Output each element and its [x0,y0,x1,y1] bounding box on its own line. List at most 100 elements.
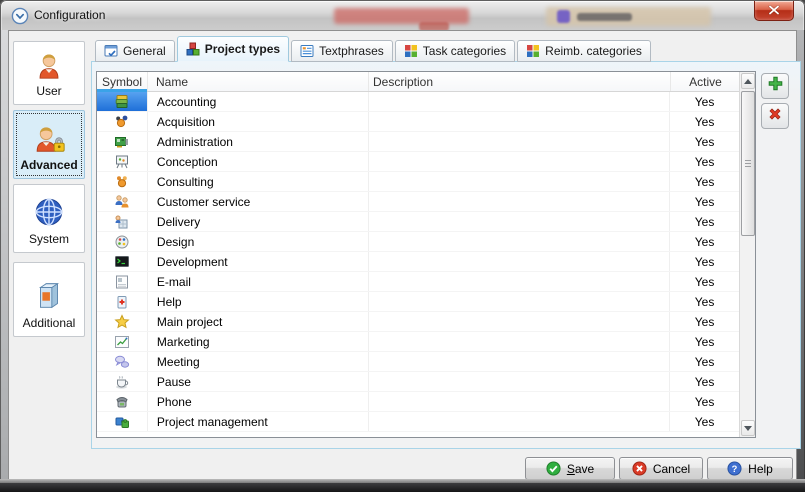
description-cell[interactable] [369,192,671,211]
description-cell[interactable] [369,252,671,271]
description-cell[interactable] [369,312,671,331]
symbol-cell[interactable] [97,192,148,211]
close-button[interactable] [754,1,794,21]
cancel-button[interactable]: Cancel [619,457,703,480]
active-cell[interactable]: Yes [670,312,739,331]
name-cell[interactable]: Meeting [148,352,369,371]
symbol-cell[interactable] [97,312,148,331]
active-cell[interactable]: Yes [670,92,739,111]
name-cell[interactable]: Conception [148,152,369,171]
name-cell[interactable]: Design [148,232,369,251]
symbol-cell[interactable] [97,172,148,191]
table-row-administration[interactable]: Administration Yes [97,132,739,152]
active-cell[interactable]: Yes [670,112,739,131]
table-row-pause[interactable]: Pause Yes [97,372,739,392]
table-row-development[interactable]: DevelopmentYes [97,252,739,272]
table-row-design[interactable]: Design Yes [97,232,739,252]
name-cell[interactable]: Delivery [148,212,369,231]
table-row-accounting[interactable]: Accounting Yes [97,92,739,112]
column-header-name[interactable]: Name [148,72,369,91]
active-cell[interactable]: Yes [670,332,739,351]
symbol-cell[interactable] [97,412,148,431]
symbol-cell[interactable] [97,212,148,231]
description-cell[interactable] [369,352,671,371]
table-row-help[interactable]: Help Yes [97,292,739,312]
symbol-cell[interactable] [97,372,148,391]
table-row-marketing[interactable]: Marketing Yes [97,332,739,352]
tab-textphrases[interactable]: Textphrases [291,40,393,62]
description-cell[interactable] [369,212,671,231]
symbol-cell[interactable] [97,252,148,271]
name-cell[interactable]: Acquisition [148,112,369,131]
active-cell[interactable]: Yes [670,172,739,191]
description-cell[interactable] [369,172,671,191]
active-cell[interactable]: Yes [670,372,739,391]
name-cell[interactable]: Help [148,292,369,311]
table-row-phone[interactable]: Phone Yes [97,392,739,412]
description-cell[interactable] [369,392,671,411]
name-cell[interactable]: Consulting [148,172,369,191]
scrollbar-thumb[interactable] [741,91,755,236]
delete-row-button[interactable] [761,103,789,129]
tab-task-categories[interactable]: Task categories [395,40,515,62]
description-cell[interactable] [369,112,671,131]
description-cell[interactable] [369,412,671,431]
save-button[interactable]: Save [525,457,615,480]
name-cell[interactable]: E-mail [148,272,369,291]
name-cell[interactable]: Marketing [148,332,369,351]
add-row-button[interactable] [761,73,789,99]
active-cell[interactable]: Yes [670,352,739,371]
table-row-main-project[interactable]: Main project Yes [97,312,739,332]
active-cell[interactable]: Yes [670,132,739,151]
table-row-e-mail[interactable]: E-mail Yes [97,272,739,292]
table-row-consulting[interactable]: Consulting Yes [97,172,739,192]
description-cell[interactable] [369,372,671,391]
column-header-symbol[interactable]: Symbol [97,72,148,91]
name-cell[interactable]: Accounting [148,92,369,111]
sidebar-item-advanced[interactable]: Advanced [13,110,85,179]
sidebar-item-system[interactable]: System [13,184,85,253]
table-row-conception[interactable]: ConceptionYes [97,152,739,172]
symbol-cell[interactable] [97,332,148,351]
active-cell[interactable]: Yes [670,392,739,411]
active-cell[interactable]: Yes [670,292,739,311]
symbol-cell[interactable] [97,132,148,151]
symbol-cell[interactable] [97,272,148,291]
symbol-cell[interactable] [97,352,148,371]
description-cell[interactable] [369,132,671,151]
name-cell[interactable]: Pause [148,372,369,391]
table-row-meeting[interactable]: Meeting Yes [97,352,739,372]
symbol-cell[interactable] [97,92,148,111]
name-cell[interactable]: Project management [148,412,369,431]
vertical-scrollbar[interactable] [739,72,755,437]
table-row-acquisition[interactable]: Acquisition Yes [97,112,739,132]
name-cell[interactable]: Administration [148,132,369,151]
active-cell[interactable]: Yes [670,272,739,291]
scroll-up-button[interactable] [741,73,755,89]
tab-reimb-categories[interactable]: Reimb. categories [517,40,651,62]
tab-project-types[interactable]: Project types [177,36,289,62]
description-cell[interactable] [369,272,671,291]
active-cell[interactable]: Yes [670,412,739,431]
name-cell[interactable]: Development [148,252,369,271]
help-button[interactable]: ?Help [707,457,793,480]
description-cell[interactable] [369,332,671,351]
description-cell[interactable] [369,232,671,251]
name-cell[interactable]: Phone [148,392,369,411]
name-cell[interactable]: Customer service [148,192,369,211]
sidebar-item-user[interactable]: User [13,41,85,105]
table-row-project-management[interactable]: Project management Yes [97,412,739,432]
description-cell[interactable] [369,292,671,311]
active-cell[interactable]: Yes [670,232,739,251]
system-menu-chevron-icon[interactable] [11,7,29,25]
name-cell[interactable]: Main project [148,312,369,331]
symbol-cell[interactable] [97,232,148,251]
active-cell[interactable]: Yes [670,212,739,231]
table-row-delivery[interactable]: Delivery Yes [97,212,739,232]
symbol-cell[interactable] [97,292,148,311]
sidebar-item-additional[interactable]: Additional [13,262,85,337]
description-cell[interactable] [369,92,671,111]
symbol-cell[interactable] [97,112,148,131]
tab-general[interactable]: General [95,40,175,62]
symbol-cell[interactable] [97,392,148,411]
